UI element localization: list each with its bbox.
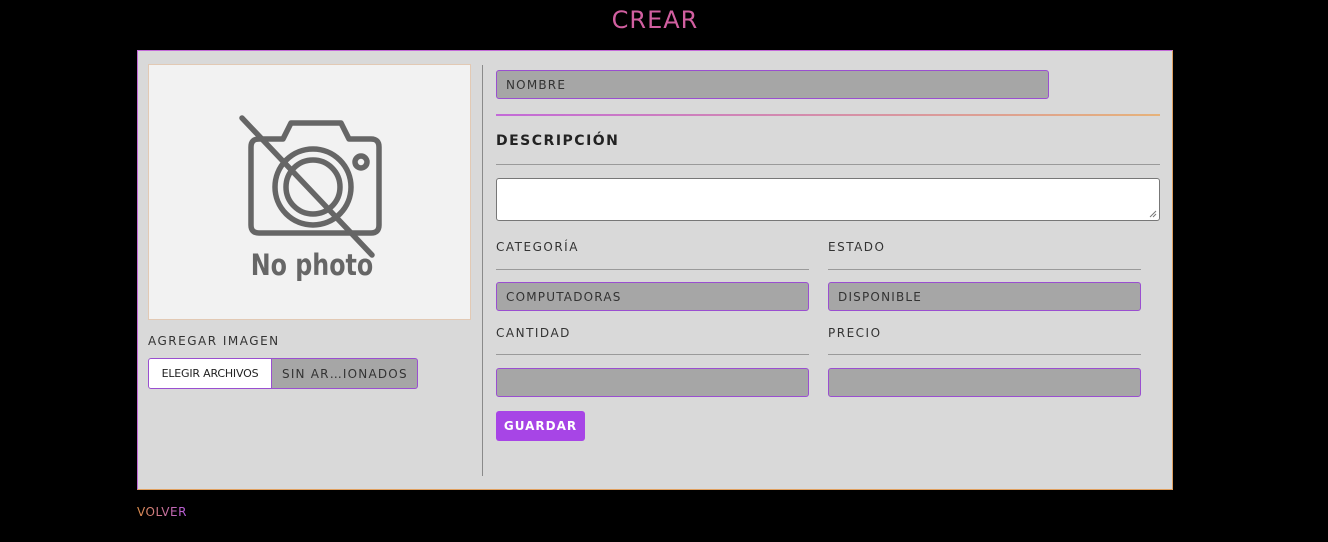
file-status-text: SIN AR…IONADOS: [282, 366, 408, 381]
name-input[interactable]: NOMBRE: [496, 70, 1049, 99]
file-input[interactable]: ELEGIR ARCHIVOS SIN AR…IONADOS: [148, 358, 418, 389]
description-textarea[interactable]: [496, 178, 1160, 221]
category-label: CATEGORÍA: [496, 240, 579, 254]
quantity-input[interactable]: [496, 368, 809, 397]
page-title: CREAR: [611, 6, 699, 34]
vertical-divider: [482, 65, 483, 476]
quantity-underline: [496, 354, 809, 355]
no-photo-camera-icon: No photo: [239, 115, 382, 283]
choose-files-button[interactable]: ELEGIR ARCHIVOS: [149, 359, 272, 388]
price-underline: [828, 354, 1141, 355]
description-label: DESCRIPCIÓN: [496, 133, 620, 149]
back-link[interactable]: VOLVER: [137, 505, 187, 519]
status-label: ESTADO: [828, 240, 886, 254]
add-image-label: AGREGAR IMAGEN: [148, 334, 280, 348]
status-select[interactable]: DISPONIBLE: [828, 282, 1141, 311]
price-label: PRECIO: [828, 326, 882, 340]
category-select[interactable]: COMPUTADORAS: [496, 282, 809, 311]
gradient-divider: [496, 114, 1160, 116]
save-button[interactable]: GUARDAR: [496, 411, 585, 441]
description-underline: [496, 164, 1160, 165]
status-underline: [828, 269, 1141, 270]
create-form-card: No photo AGREGAR IMAGEN ELEGIR ARCHIVOS …: [137, 50, 1173, 490]
resize-grip-icon[interactable]: [1149, 210, 1157, 218]
category-underline: [496, 269, 809, 270]
no-photo-text: No photo: [251, 249, 373, 283]
image-preview: No photo: [148, 64, 471, 320]
price-input[interactable]: [828, 368, 1141, 397]
quantity-label: CANTIDAD: [496, 326, 571, 340]
